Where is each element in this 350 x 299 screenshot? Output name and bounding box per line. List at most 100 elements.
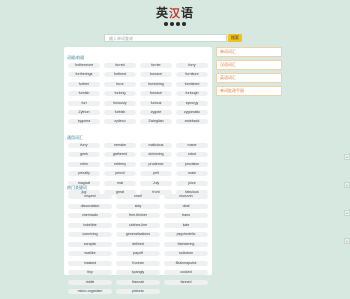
word-chip[interactable]: furthermore [68,63,100,68]
word-chip[interactable]: cooked [164,270,208,275]
word-chip[interactable]: Zwinglian [140,119,172,125]
word-chip[interactable]: synurgy [176,100,208,106]
sidebar-link[interactable]: 单词批改手册 [216,86,282,96]
word-chip[interactable]: warlike [68,251,112,256]
word-chip[interactable]: muezzin [164,194,208,199]
word-chip[interactable]: conniving [68,232,112,237]
sidebar-link[interactable]: 单词词汇 [216,47,282,57]
logo-char-mid: 汉 [169,7,181,20]
word-chip[interactable]: furnish [68,91,100,97]
word-chip[interactable]: furnished [176,81,208,87]
word-chip[interactable]: mat [104,180,136,186]
section-title: 通用词汇 [67,135,83,140]
word-chip[interactable]: prudence [140,161,172,167]
word-chip[interactable]: furthest [104,72,136,78]
scroll-up-icon[interactable]: ^ [344,154,350,160]
word-chip[interactable]: robbery [104,161,136,167]
word-chip[interactable]: Brahmaputra [164,260,208,266]
word-chip[interactable]: malicious [140,143,172,148]
word-chip[interactable]: zwieback [176,119,208,125]
word-chip[interactable]: blondering [164,241,208,247]
word-chip[interactable]: zygoma [68,119,100,125]
sidebar-link[interactable]: 汉语词汇 [216,60,282,70]
word-chip[interactable]: free-thinker [116,213,160,218]
word-chip[interactable]: provision [176,161,208,167]
word-chip[interactable]: furiously [104,100,136,106]
word-chip[interactable]: masked [68,260,112,266]
word-chip[interactable]: main [176,171,208,177]
word-chip[interactable]: furrier [140,63,172,68]
word-chip[interactable]: Hannah [116,279,160,285]
word-chip[interactable]: zygote [140,109,172,115]
word-chip[interactable]: zygomatic [176,109,208,115]
word-chip[interactable]: Korean [116,260,160,266]
word-chip[interactable]: furnace [140,91,172,97]
word-chip[interactable]: furniture [176,72,208,78]
word-chip[interactable]: furor [104,81,136,87]
word-chip[interactable]: robot [176,152,208,158]
section-title: 词缀/前缀 [67,55,85,60]
word-chip[interactable]: furry [68,143,100,148]
word-chip[interactable]: furbish [104,109,136,115]
word-chip[interactable]: furnishing [140,81,172,87]
word-chip[interactable]: robin [68,161,100,167]
word-chip[interactable]: trans [164,213,208,218]
search-button[interactable]: 搜索 [228,34,242,42]
scroll-up-icon[interactable]: ^ [344,182,350,188]
word-chip[interactable]: gathered [104,152,136,158]
sidebar-link[interactable]: 英语词汇 [216,73,282,83]
word-chip[interactable]: July [140,180,172,186]
search-bar: 输入单词查询 搜索 [104,34,242,42]
word-chip[interactable]: micro-organism [68,289,112,294]
word-chip[interactable]: skimming [140,152,172,158]
word-chip[interactable]: payoff [116,251,160,256]
word-chip[interactable]: spangly [116,270,160,275]
word-chip[interactable]: geek [68,152,100,158]
word-chip[interactable]: fanned [164,279,208,285]
word-chip[interactable]: zydeco [104,119,136,125]
word-chip[interactable]: indelible [68,222,112,228]
scroll-up-icon[interactable]: ^ [344,238,350,244]
word-chip[interactable]: mane [176,143,208,148]
word-chip[interactable]: clothes-line [116,222,160,228]
word-chip[interactable]: psychedelic [164,232,208,237]
main-panel: 词缀/前缀 furthermore furred furrier furry f… [64,47,212,294]
word-chip[interactable]: juice [176,180,208,186]
word-grid-3: inspect cruel muezzin dissociation stay … [68,194,208,299]
word-chip[interactable]: furious [140,100,172,106]
word-chip[interactable]: furry [176,63,208,68]
word-chip[interactable]: deal [164,203,208,209]
word-chip[interactable]: furtherings [68,72,100,78]
word-chip[interactable]: further [68,81,100,87]
word-chip[interactable]: remake [104,143,136,148]
word-chip[interactable]: solecism [164,251,208,256]
word-chip[interactable]: pencil [104,171,136,177]
logo[interactable]: 英汉语 [150,6,200,32]
word-chip[interactable]: defined [116,241,160,247]
word-chip[interactable]: furlough [176,91,208,97]
word-chip[interactable]: furl [68,100,100,106]
word-chip[interactable]: inspect [68,194,112,199]
word-chip[interactable]: furnace [140,72,172,78]
word-chip[interactable]: cruel [116,194,160,199]
word-chip[interactable]: Zython [68,109,100,115]
word-grid-1: furthermore furred furrier furry further… [68,63,208,129]
word-chip[interactable]: riddle [68,279,112,285]
word-chip[interactable]: pelt [140,171,172,177]
word-chip[interactable]: furlong [104,91,136,97]
word-chip[interactable]: pictonic [116,289,160,294]
word-chip[interactable]: tiny [68,270,112,275]
scroll-up-icon[interactable]: ^ [344,210,350,216]
logo-dot [164,22,168,26]
word-chip[interactable]: dissociation [68,203,112,209]
word-chip[interactable]: stay [116,203,160,209]
word-grid-2: furry remake malicious mane geek gathere… [68,143,208,199]
word-chip[interactable]: chemicals [68,213,112,218]
word-chip[interactable]: kale [164,222,208,228]
word-chip[interactable]: penalty [68,171,100,177]
word-chip[interactable]: furred [104,63,136,68]
section-title: 热门关键词 [67,185,87,190]
word-chip[interactable]: scraptic [68,241,112,247]
word-chip[interactable]: generalisations [116,232,160,237]
search-input[interactable]: 输入单词查询 [104,34,227,42]
